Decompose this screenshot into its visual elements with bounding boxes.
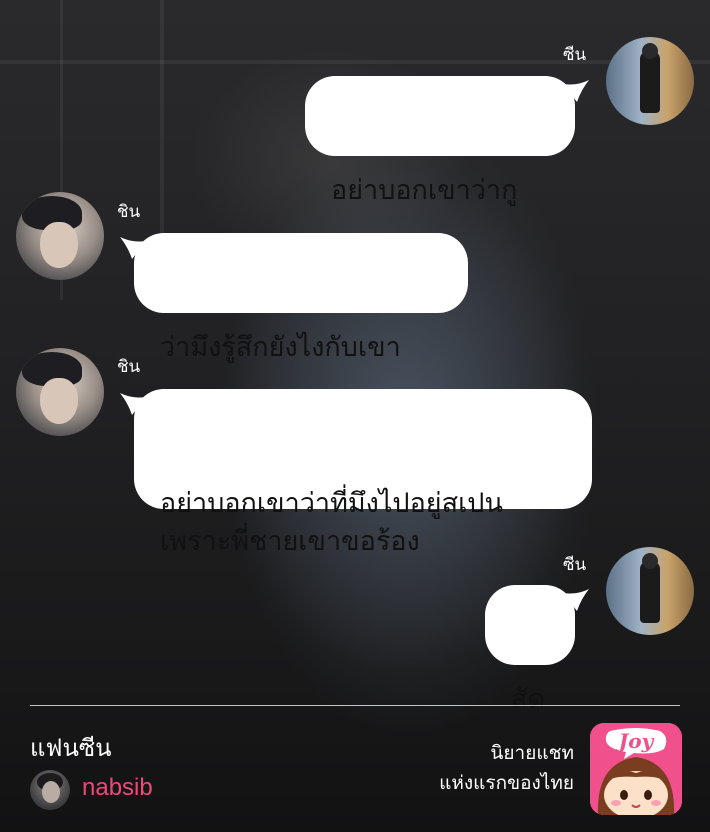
message-bubble[interactable]: อย่าบอกเขาว่ากู bbox=[305, 76, 589, 206]
bubble-tail-icon bbox=[120, 237, 146, 259]
avatar-chin[interactable] bbox=[16, 348, 104, 436]
avatar-zeen[interactable] bbox=[606, 547, 694, 635]
author-avatar-image bbox=[37, 773, 63, 803]
sender-name: ชิน bbox=[117, 357, 141, 377]
chat-screen: ซีน อย่าบอกเขาว่ากู ชิน ว่ามึงรู้สึกยังไ… bbox=[0, 0, 710, 832]
joylada-logo[interactable]: Joy bbox=[590, 723, 682, 815]
author-avatar[interactable] bbox=[30, 770, 70, 810]
avatar-chin[interactable] bbox=[16, 192, 104, 280]
author-name[interactable]: nabsib bbox=[82, 774, 153, 802]
tagline-line-1: นิยายแชท bbox=[490, 742, 574, 764]
sender-name: ชิน bbox=[117, 202, 141, 222]
sender-name: ซีน bbox=[563, 555, 587, 575]
joy-logo-text: Joy bbox=[618, 729, 654, 753]
bubble-tail-icon bbox=[563, 80, 589, 102]
message-text: อย่าบอกเขาว่ากู bbox=[331, 175, 518, 206]
footer-divider bbox=[30, 705, 680, 706]
app-tagline: นิยายแชท แห่งแรกของไทย bbox=[439, 738, 574, 798]
message-bubble[interactable]: ว่ามึงรู้สึกยังไงกับเขา bbox=[120, 233, 468, 363]
story-title[interactable]: แฟนซีน bbox=[30, 728, 112, 767]
message-bubble[interactable]: อย่าบอกเขาว่าที่มึงไปอยู่สเปน เพราะพี่ชา… bbox=[120, 389, 592, 557]
avatar-zeen[interactable] bbox=[606, 37, 694, 125]
background-window-frame bbox=[0, 60, 710, 64]
tagline-line-2: แห่งแรกของไทย bbox=[439, 772, 574, 794]
bubble-tail-icon bbox=[563, 589, 589, 611]
bubble-tail-icon bbox=[120, 393, 146, 415]
message-bubble[interactable]: สัด bbox=[485, 585, 589, 715]
sender-name: ซีน bbox=[563, 45, 587, 65]
message-text: สัด bbox=[511, 684, 546, 715]
message-text: ว่ามึงรู้สึกยังไงกับเขา bbox=[160, 332, 401, 363]
